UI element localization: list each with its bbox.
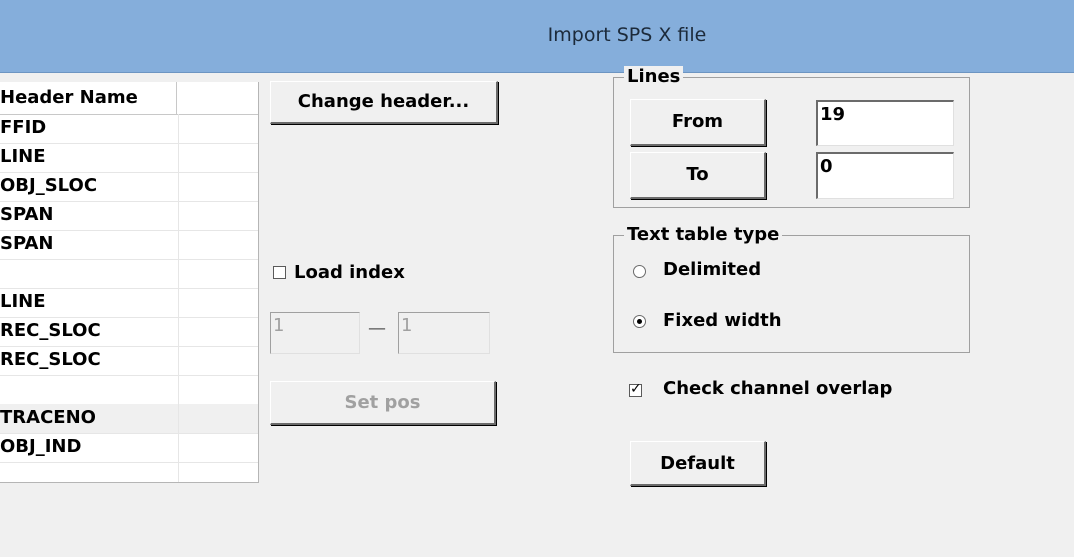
window-title: Import SPS X file xyxy=(547,24,707,46)
list-item[interactable] xyxy=(0,375,258,405)
cell-divider xyxy=(178,201,179,230)
list-item[interactable]: OBJ_IND xyxy=(0,433,258,463)
delimited-label: Delimited xyxy=(663,259,762,280)
load-index-checkbox[interactable] xyxy=(273,266,286,279)
list-column-header[interactable]: Header Name xyxy=(0,82,258,115)
cell-divider xyxy=(178,114,179,143)
column-header-name[interactable]: Header Name xyxy=(0,87,138,108)
list-item-label: SPAN xyxy=(0,204,54,225)
cell-divider xyxy=(178,375,179,404)
cell-divider xyxy=(178,259,179,288)
list-item-label: OBJ_SLOC xyxy=(0,175,98,196)
list-item[interactable]: SPAN xyxy=(0,201,258,231)
delimited-radio[interactable] xyxy=(633,265,646,278)
set-pos-label: Set pos xyxy=(344,392,421,413)
header-list[interactable]: Header Name FFID LINE OBJ_SLOC SPAN SPAN LINE… xyxy=(0,82,259,483)
load-index-label: Load index xyxy=(294,262,405,283)
list-item[interactable]: LINE xyxy=(0,143,258,173)
index-range-dash: — xyxy=(368,318,386,339)
cell-divider xyxy=(178,143,179,172)
text-table-type-title: Text table type xyxy=(624,224,783,245)
cell-divider xyxy=(178,288,179,317)
list-item-label: FFID xyxy=(0,117,47,138)
change-header-label: Change header... xyxy=(297,91,470,112)
list-item[interactable]: SPAN xyxy=(0,230,258,260)
fixed-width-radio[interactable] xyxy=(633,315,646,328)
list-item[interactable]: OBJ_SLOC xyxy=(0,172,258,202)
list-item-label: REC_SLOC xyxy=(0,320,101,341)
to-button[interactable]: To xyxy=(630,152,766,199)
column-divider[interactable] xyxy=(176,82,177,114)
from-button-label: From xyxy=(671,111,724,132)
fixed-width-label: Fixed width xyxy=(663,310,782,331)
cell-divider xyxy=(178,230,179,259)
list-item-label: SPAN xyxy=(0,233,54,254)
check-channel-overlap-checkbox[interactable]: ✓ xyxy=(629,381,642,397)
to-button-label: To xyxy=(686,164,709,185)
cell-divider xyxy=(178,172,179,201)
change-header-button[interactable]: Change header... xyxy=(270,81,498,124)
cell-divider xyxy=(178,462,179,482)
set-pos-button[interactable]: Set pos xyxy=(270,381,496,425)
title-bar: Import SPS X file xyxy=(0,0,1074,73)
list-item[interactable]: TRACENO xyxy=(0,404,258,434)
to-line-input[interactable]: 0 xyxy=(816,152,954,199)
list-item-label: LINE xyxy=(0,146,46,167)
check-channel-overlap-label: Check channel overlap xyxy=(663,378,893,399)
index-end-input[interactable]: 1 xyxy=(398,312,490,354)
list-item[interactable] xyxy=(0,259,258,289)
list-item-label: OBJ_IND xyxy=(0,436,82,457)
list-item-label: REC_SLOC xyxy=(0,349,101,370)
cell-divider xyxy=(178,404,179,433)
cell-divider xyxy=(178,433,179,462)
checkmark-icon: ✓ xyxy=(630,381,642,397)
list-item[interactable] xyxy=(0,462,258,482)
list-item-label: TRACENO xyxy=(0,407,96,428)
default-button[interactable]: Default xyxy=(630,441,766,486)
lines-group-title: Lines xyxy=(624,66,684,87)
from-line-input[interactable]: 19 xyxy=(816,100,954,146)
list-item[interactable]: FFID xyxy=(0,114,258,144)
radio-selected-dot xyxy=(637,319,642,324)
list-item[interactable]: REC_SLOC xyxy=(0,317,258,347)
list-item[interactable]: REC_SLOC xyxy=(0,346,258,376)
index-start-input[interactable]: 1 xyxy=(270,312,360,354)
default-button-label: Default xyxy=(660,453,735,474)
cell-divider xyxy=(178,346,179,375)
list-item-label: LINE xyxy=(0,291,46,312)
list-item[interactable]: LINE xyxy=(0,288,258,318)
text-table-type-group xyxy=(613,235,970,353)
from-button[interactable]: From xyxy=(630,99,766,146)
cell-divider xyxy=(178,317,179,346)
